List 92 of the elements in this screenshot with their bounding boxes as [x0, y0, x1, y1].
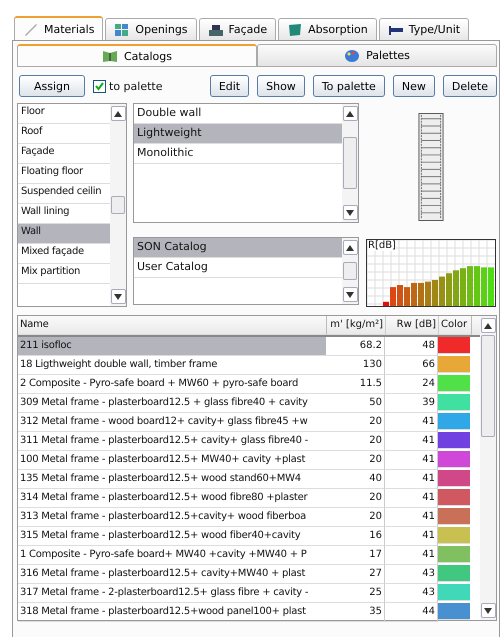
list-item[interactable]: Monolithic: [134, 144, 342, 164]
panel-icon: [287, 22, 304, 36]
up-arrow-icon[interactable]: [114, 110, 122, 116]
toolbar-button[interactable]: New: [392, 75, 435, 97]
table-cell: 318 Metal frame - plasterboard12.5+wood panel100+ plast: [18, 603, 326, 622]
tab[interactable]: Openings: [105, 18, 197, 40]
up-arrow-icon[interactable]: [346, 244, 354, 250]
scrollbar-thumb[interactable]: [343, 262, 357, 280]
table-cell: 11.5: [326, 375, 385, 394]
table-cell: 35: [326, 603, 385, 622]
table-row[interactable]: 211 isofloc 68.2 48: [18, 337, 480, 356]
table-row[interactable]: 314 Metal frame - plasterboard12.5+ wood fibre80 +plaster 20 41: [18, 489, 480, 508]
tab[interactable]: Palettes: [257, 44, 497, 66]
assign-button[interactable]: Assign: [19, 75, 85, 97]
table-row[interactable]: 309 Metal frame - plasterboard12.5 + glass fibre40 + cavity 50 39: [18, 394, 480, 413]
scrollbar-thumb[interactable]: [343, 137, 357, 189]
table-cell: 20: [326, 451, 385, 470]
axis-label: R[dB]: [368, 240, 396, 251]
tab[interactable]: Façade: [198, 18, 276, 40]
list-item[interactable]: User Catalog: [134, 258, 342, 278]
down-arrow-icon[interactable]: [114, 294, 122, 300]
table-row[interactable]: 100 Metal frame - plasterboard12.5+ MW40+ cavity +plast 20 41: [18, 451, 480, 470]
column-header[interactable]: Color: [439, 316, 472, 335]
table-cell: 2 Composite - Pyro-safe board + MW60 + pyro-safe board: [18, 375, 326, 394]
down-arrow-icon[interactable]: [346, 210, 354, 216]
toolbar-button[interactable]: Edit: [210, 75, 250, 97]
toolbar-button[interactable]: Delete: [442, 75, 497, 97]
up-arrow-icon[interactable]: [484, 322, 492, 328]
table-cell: 311 Metal frame - plasterboard12.5+ cavity+ glass fibre40 -: [18, 432, 326, 451]
table-cell: 27: [326, 565, 385, 584]
table-row[interactable]: 135 Metal frame - plasterboard12.5+ wood stand60+MW4 40 41: [18, 470, 480, 489]
palette-icon: [344, 48, 360, 62]
up-arrow-icon[interactable]: [346, 110, 354, 116]
table-row[interactable]: 18 Ligthweight double wall, timber frame 130 66: [18, 356, 480, 375]
table-cell: 20: [326, 413, 385, 432]
scrollbar[interactable]: [342, 238, 358, 304]
table-cell: 130: [326, 356, 385, 375]
list-item[interactable]: SON Catalog: [134, 238, 342, 258]
table-row[interactable]: 311 Metal frame - plasterboard12.5+ cavity+ glass fibre40 - 20 41: [18, 432, 480, 451]
column-header[interactable]: Rw [dB]: [386, 316, 439, 335]
table-cell: 20: [326, 508, 385, 527]
tab[interactable]: Type/Unit: [378, 18, 470, 40]
column-header[interactable]: Name: [18, 316, 327, 335]
scrollbar[interactable]: [110, 104, 126, 306]
down-arrow-icon[interactable]: [484, 608, 492, 614]
down-arrow-icon[interactable]: [346, 292, 354, 298]
table-row[interactable]: 312 Metal frame - wood board12+ cavity+ glass fibre45 +w 20 41: [18, 413, 480, 432]
table-cell: 1 Composite - Pyro-safe board+ MW40 +cavity +MW40 + P: [18, 546, 326, 565]
table-cell: 316 Metal frame - plasterboard12.5+ cavity+MW40 + plast: [18, 565, 326, 584]
scrollbar[interactable]: [480, 316, 496, 620]
table-cell: 135 Metal frame - plasterboard12.5+ wood stand60+MW4: [18, 470, 326, 489]
tab[interactable]: Catalogs: [17, 44, 257, 66]
list-item[interactable]: Lightweight: [134, 124, 342, 144]
table-cell: 211 isofloc: [18, 337, 326, 356]
toolbar-button[interactable]: Show: [257, 75, 305, 97]
table-cell: 16: [326, 527, 385, 546]
table-row[interactable]: 315 Metal frame - plasterboard12.5+ wood fiber40+cavity 16 41: [18, 527, 480, 546]
scrollbar-thumb[interactable]: [481, 335, 495, 437]
table-row[interactable]: 313 Metal frame - plasterboard12.5+cavity+ wood fiberboa 20 41: [18, 508, 480, 527]
table-cell: 313 Metal frame - plasterboard12.5+cavity+ wood fiberboa: [18, 508, 326, 527]
to-palette-checkbox[interactable]: to palette: [93, 80, 162, 92]
table-cell: 18 Ligthweight double wall, timber frame: [18, 356, 326, 375]
list-item[interactable]: Wall: [18, 224, 110, 244]
windows-icon: [114, 22, 130, 36]
table-cell: 20: [326, 489, 385, 508]
table-cell: 315 Metal frame - plasterboard12.5+ wood fiber40+cavity: [18, 527, 326, 546]
table-row[interactable]: 318 Metal frame - plasterboard12.5+wood panel100+ plast 35 44: [18, 603, 480, 622]
table-cell: 17: [326, 546, 385, 565]
table-row[interactable]: 2 Composite - Pyro-safe board + MW60 + pyro-safe board 11.5 24: [18, 375, 480, 394]
tab[interactable]: Materials: [14, 16, 104, 40]
tab[interactable]: Absorption: [278, 18, 377, 40]
scrollbar[interactable]: [342, 104, 358, 222]
table-cell: 312 Metal frame - wood board12+ cavity+ glass fibre45 +w: [18, 413, 326, 432]
table-cell: 50: [326, 394, 385, 413]
table-row[interactable]: 317 Metal frame - 2-plasterboard12.5+ glass fibre + cavity - 25 43: [18, 584, 480, 603]
pencil-icon: [23, 22, 39, 36]
table-row[interactable]: 1 Composite - Pyro-safe board+ MW40 +cavity +MW40 + P 17 41: [18, 546, 480, 565]
table-row[interactable]: 316 Metal frame - plasterboard12.5+ cavity+MW40 + plast 27 43: [18, 565, 480, 584]
table-cell: 309 Metal frame - plasterboard12.5 + glass fibre40 + cavity: [18, 394, 326, 413]
scrollbar-thumb[interactable]: [111, 196, 125, 214]
table-cell: 314 Metal frame - plasterboard12.5+ wood fibre80 +plaster: [18, 489, 326, 508]
table-cell: 317 Metal frame - 2-plasterboard12.5+ glass fibre + cavity -: [18, 584, 326, 603]
table-cell: 20: [326, 432, 385, 451]
building-icon: [208, 22, 224, 36]
checkmark-icon: [94, 80, 105, 92]
column-header[interactable]: m' [kg/m²]: [327, 316, 386, 335]
table-cell: 40: [326, 470, 385, 489]
book-icon: [102, 49, 118, 63]
toolbar-button[interactable]: To palette: [312, 75, 385, 97]
table-cell: 100 Metal frame - plasterboard12.5+ MW40+ cavity +plast: [18, 451, 326, 470]
table-cell: 25: [326, 584, 385, 603]
table-cell: 68.2: [326, 337, 385, 356]
